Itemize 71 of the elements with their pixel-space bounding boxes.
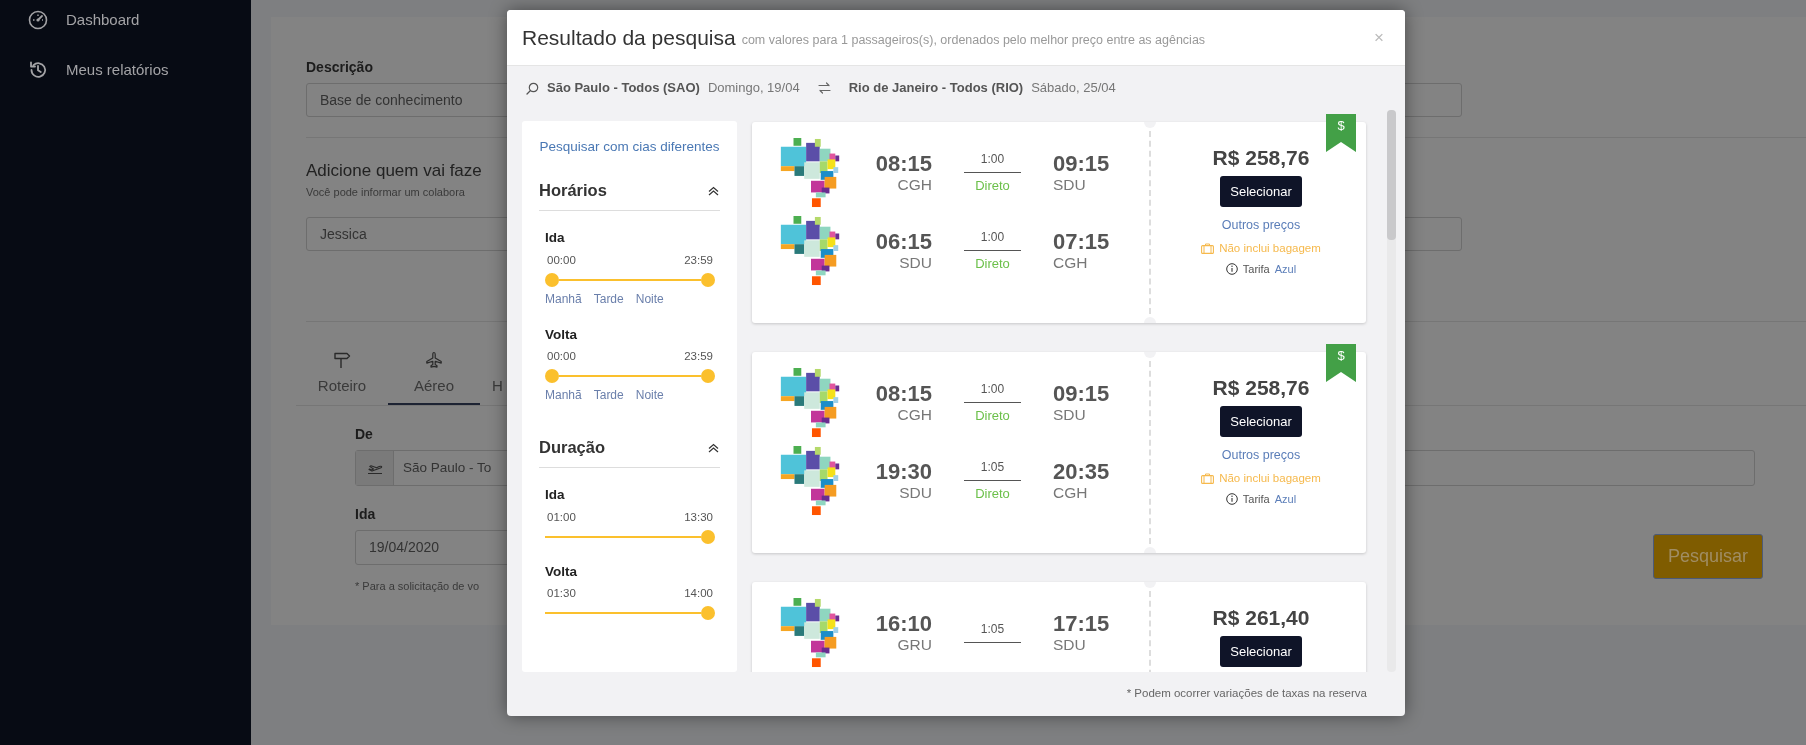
fare-label: Tarifa bbox=[1242, 492, 1270, 507]
route-date: Sábado, 25/04 bbox=[1031, 79, 1116, 98]
airport-code: SDU bbox=[898, 483, 932, 503]
flight-duration: 1:00 bbox=[979, 151, 1006, 169]
slider-max: 14:00 bbox=[684, 586, 713, 601]
airport-code: SDU bbox=[1053, 635, 1087, 655]
field-label: De bbox=[355, 425, 373, 444]
period-label: Tarde bbox=[593, 290, 624, 308]
route-destination: Rio de Janeiro - Todos (RIO) bbox=[848, 79, 1024, 98]
stops-label: Direto bbox=[974, 407, 1011, 426]
price: R$ 258,76 bbox=[1212, 145, 1310, 171]
period-label: Manhã bbox=[545, 387, 582, 405]
airport-code: CGH bbox=[896, 175, 932, 195]
best-price-ribbon: $ bbox=[1326, 344, 1356, 382]
route-date: Domingo, 19/04 bbox=[707, 79, 800, 98]
departure-time: 08:15 bbox=[874, 151, 932, 176]
arrival-time: 17:15 bbox=[1053, 611, 1110, 636]
airport-code: SDU bbox=[898, 253, 932, 273]
price: R$ 261,40 bbox=[1212, 605, 1310, 631]
airport-code: SDU bbox=[1053, 175, 1087, 195]
slider-min: 01:30 bbox=[547, 586, 576, 601]
dialog-title: Resultado da pesquisa bbox=[522, 24, 736, 51]
stops-label: Direto bbox=[974, 177, 1011, 196]
fee-note: * Podem ocorrer variações de taxas na reserva bbox=[1125, 686, 1368, 702]
slider-min: 00:00 bbox=[547, 252, 576, 268]
flight-duration: 1:05 bbox=[979, 459, 1006, 477]
departure-time: 08:15 bbox=[874, 381, 932, 406]
departure-time: 06:15 bbox=[874, 229, 932, 254]
slider-label: Ida bbox=[545, 229, 566, 248]
slider-max: 23:59 bbox=[684, 349, 713, 364]
stops-label: Direto bbox=[974, 485, 1011, 504]
slider-label: Volta bbox=[545, 562, 578, 581]
fare-label: Tarifa bbox=[1242, 262, 1270, 277]
arrival-time: 20:35 bbox=[1053, 459, 1110, 484]
best-price-ribbon: $ bbox=[1326, 114, 1356, 152]
departure-time: 19:30 bbox=[874, 459, 932, 484]
slider-min: 01:00 bbox=[547, 509, 576, 525]
slider-min: 00:00 bbox=[547, 349, 576, 364]
footnote: * Para a solicitação de vo bbox=[355, 579, 480, 594]
arrival-time: 09:15 bbox=[1053, 381, 1110, 406]
flight-duration: 1:05 bbox=[979, 621, 1006, 638]
departure-time: 16:10 bbox=[874, 611, 932, 636]
period-label: Manhã bbox=[545, 290, 582, 308]
slider-max: 13:30 bbox=[684, 509, 713, 525]
slider-label: Ida bbox=[545, 486, 566, 505]
section-title: Adicione quem vai faze bbox=[306, 160, 482, 182]
field-label: Descrição bbox=[306, 58, 373, 77]
filter-heading: Horários bbox=[539, 180, 607, 202]
price: R$ 258,76 bbox=[1212, 375, 1310, 401]
airport-code: CGH bbox=[1053, 253, 1089, 273]
airport-code: SDU bbox=[1053, 405, 1087, 425]
slider-label: Volta bbox=[545, 325, 578, 344]
slider-max: 23:59 bbox=[684, 252, 713, 268]
flight-duration: 1:00 bbox=[979, 229, 1006, 247]
filter-heading: Duração bbox=[539, 437, 606, 459]
dialog-subtitle: com valores para 1 passageiros(s), ordenados pelo melhor preço entre as agências bbox=[741, 31, 1206, 49]
period-label: Tarde bbox=[593, 387, 624, 405]
route-origin: São Paulo - Todos (SAO) bbox=[547, 79, 700, 98]
stops-label: Direto bbox=[974, 255, 1011, 274]
arrival-time: 07:15 bbox=[1053, 229, 1110, 254]
airport-code: CGH bbox=[896, 405, 932, 425]
airport-code: CGH bbox=[1053, 483, 1089, 503]
baggage-note: Não inclui bagagem bbox=[1219, 240, 1321, 256]
airport-code: GRU bbox=[896, 635, 932, 655]
arrival-time: 09:15 bbox=[1053, 151, 1110, 176]
period-label: Noite bbox=[635, 290, 664, 308]
section-subtitle: Você pode informar um colabora bbox=[306, 184, 465, 200]
period-label: Noite bbox=[635, 387, 664, 405]
flight-duration: 1:00 bbox=[979, 381, 1006, 399]
baggage-note: Não inclui bagagem bbox=[1219, 470, 1321, 486]
field-label: Ida bbox=[355, 505, 376, 524]
